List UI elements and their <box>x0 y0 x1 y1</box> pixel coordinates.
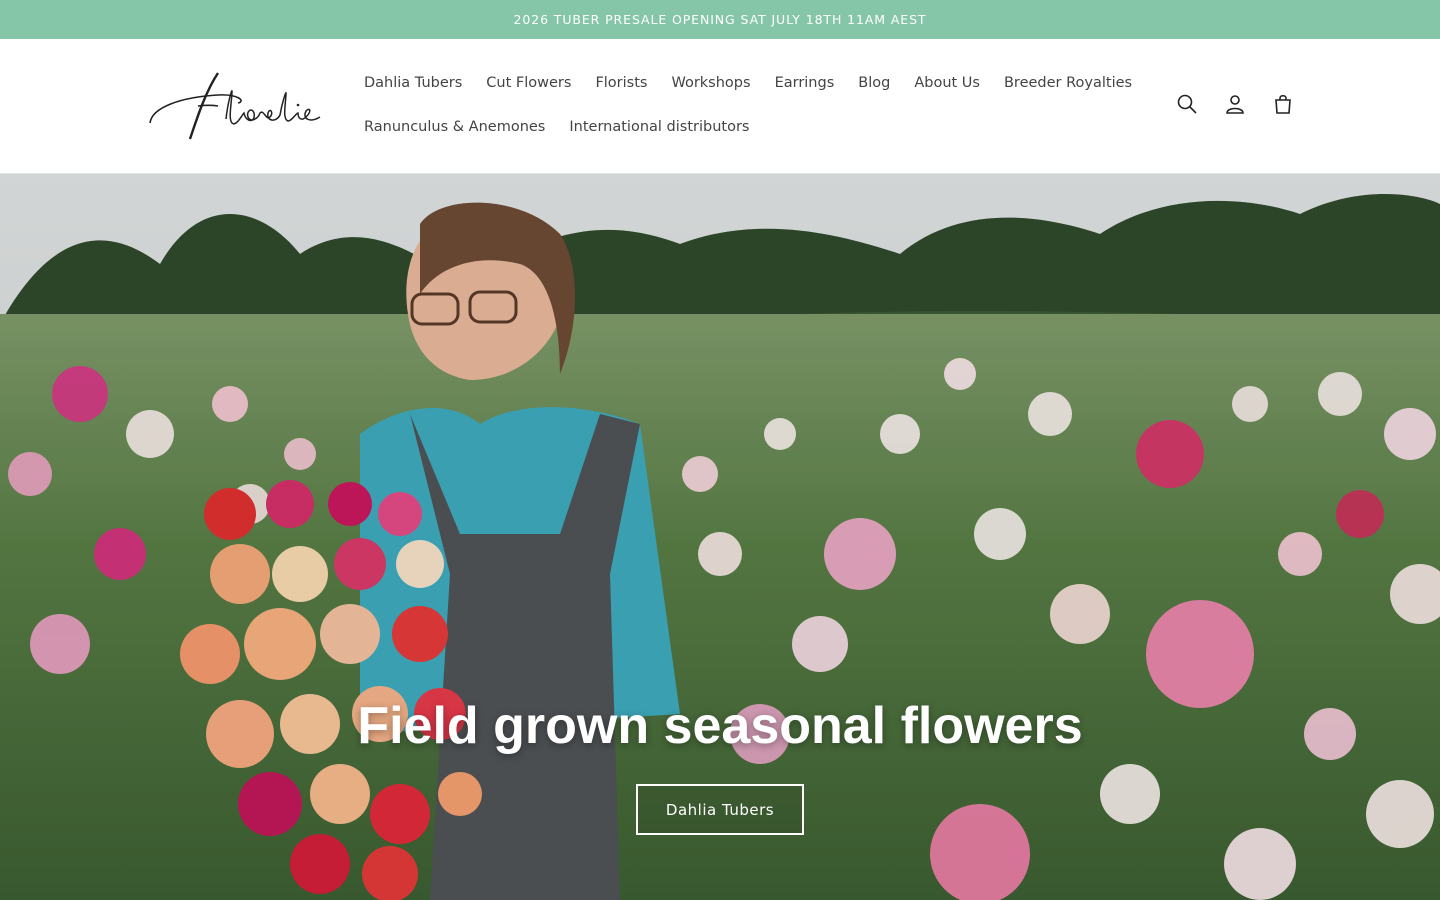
hero-banner: Field grown seasonal flowers Dahlia Tube… <box>0 174 1440 900</box>
announcement-bar: 2026 TUBER PRESALE OPENING SAT JULY 18TH… <box>0 0 1440 39</box>
nav-item-florists[interactable]: Florists <box>583 75 659 91</box>
nav-item-workshops[interactable]: Workshops <box>659 75 762 91</box>
cart-icon <box>1275 94 1291 114</box>
main-nav: Dahlia Tubers Cut Flowers Florists Works… <box>352 61 1132 149</box>
hero-dahlia-tubers-button[interactable]: Dahlia Tubers <box>636 784 804 835</box>
nav-row-1: Dahlia Tubers Cut Flowers Florists Works… <box>352 61 1132 105</box>
nav-row-2: Ranunculus & Anemones International dist… <box>352 105 1132 149</box>
header-actions <box>1170 87 1300 121</box>
site-header: Dahlia Tubers Cut Flowers Florists Works… <box>0 39 1440 174</box>
nav-item-breeder-royalties[interactable]: Breeder Royalties <box>992 75 1144 91</box>
search-button[interactable] <box>1170 87 1204 121</box>
nav-item-cut-flowers[interactable]: Cut Flowers <box>474 75 583 91</box>
nav-item-ranunculus-anemones[interactable]: Ranunculus & Anemones <box>352 119 557 135</box>
account-icon <box>1226 95 1244 114</box>
nav-item-earrings[interactable]: Earrings <box>763 75 847 91</box>
nav-item-international-distributors[interactable]: International distributors <box>557 119 761 135</box>
logo-script <box>149 72 321 140</box>
nav-item-dahlia-tubers[interactable]: Dahlia Tubers <box>352 75 474 91</box>
nav-item-about-us[interactable]: About Us <box>902 75 992 91</box>
nav-item-blog[interactable]: Blog <box>846 75 902 91</box>
brand-logo[interactable] <box>140 61 330 151</box>
search-icon <box>1177 94 1197 114</box>
announcement-text: 2026 TUBER PRESALE OPENING SAT JULY 18TH… <box>513 12 927 27</box>
account-button[interactable] <box>1218 87 1252 121</box>
cart-button[interactable] <box>1266 87 1300 121</box>
hero-title: Field grown seasonal flowers <box>357 697 1083 755</box>
